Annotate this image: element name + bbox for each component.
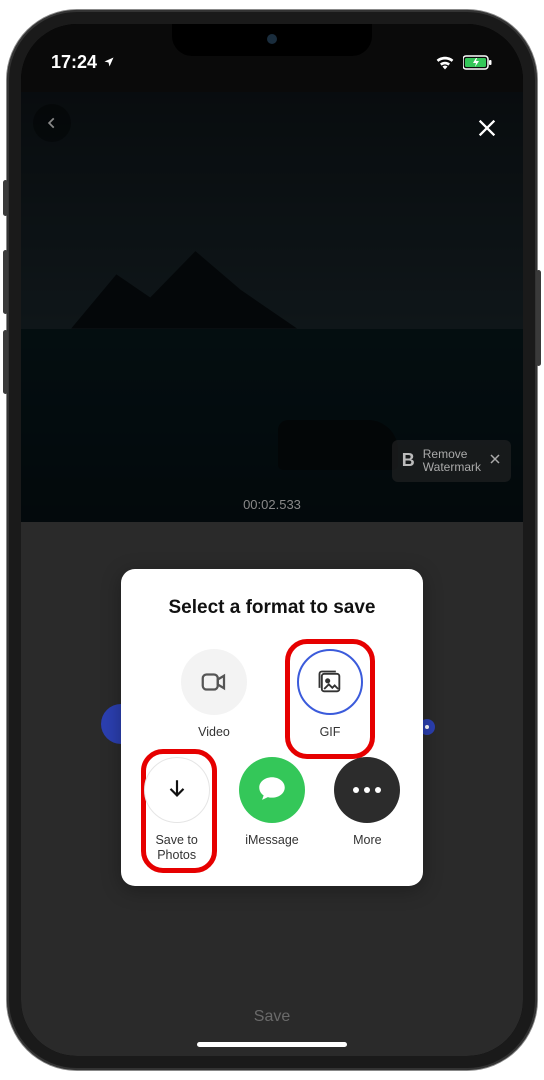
power-button[interactable] bbox=[536, 270, 541, 366]
status-time: 17:24 bbox=[51, 52, 97, 73]
volume-down-button[interactable] bbox=[3, 330, 8, 394]
volume-up-button[interactable] bbox=[3, 250, 8, 314]
wifi-icon bbox=[435, 54, 455, 70]
location-icon bbox=[103, 52, 115, 73]
app-content: B RemoveWatermark 00:02.533 Select a for… bbox=[21, 24, 523, 1056]
save-label: Save to Photos bbox=[135, 833, 218, 862]
imessage-label: iMessage bbox=[245, 833, 299, 847]
more-label: More bbox=[353, 833, 381, 847]
phone-screen: 17:24 bbox=[21, 24, 523, 1056]
video-timestamp: 00:02.533 bbox=[21, 497, 523, 512]
watermark-close-icon[interactable] bbox=[489, 452, 501, 470]
option-gif[interactable]: GIF bbox=[287, 649, 373, 739]
video-label: Video bbox=[198, 725, 230, 739]
option-save-to-photos[interactable]: Save to Photos bbox=[135, 757, 218, 862]
watermark-text: RemoveWatermark bbox=[423, 448, 481, 474]
back-button[interactable] bbox=[33, 104, 71, 142]
home-indicator[interactable] bbox=[197, 1042, 347, 1047]
mute-switch[interactable] bbox=[3, 180, 8, 216]
app-logo-b: B bbox=[402, 450, 415, 471]
save-button[interactable]: Save bbox=[21, 1008, 523, 1026]
battery-icon bbox=[463, 55, 493, 70]
remove-watermark-chip[interactable]: B RemoveWatermark bbox=[392, 440, 511, 482]
notch bbox=[172, 24, 372, 56]
option-more[interactable]: More bbox=[326, 757, 409, 862]
modal-title: Select a format to save bbox=[135, 597, 409, 619]
gif-label: GIF bbox=[320, 725, 341, 739]
option-imessage[interactable]: iMessage bbox=[230, 757, 313, 862]
format-modal: Select a format to save Video GIF bbox=[121, 569, 423, 886]
phone-frame: 17:24 bbox=[7, 10, 537, 1070]
video-preview: B RemoveWatermark 00:02.533 bbox=[21, 92, 523, 522]
option-video[interactable]: Video bbox=[171, 649, 257, 739]
close-button[interactable] bbox=[473, 114, 501, 142]
